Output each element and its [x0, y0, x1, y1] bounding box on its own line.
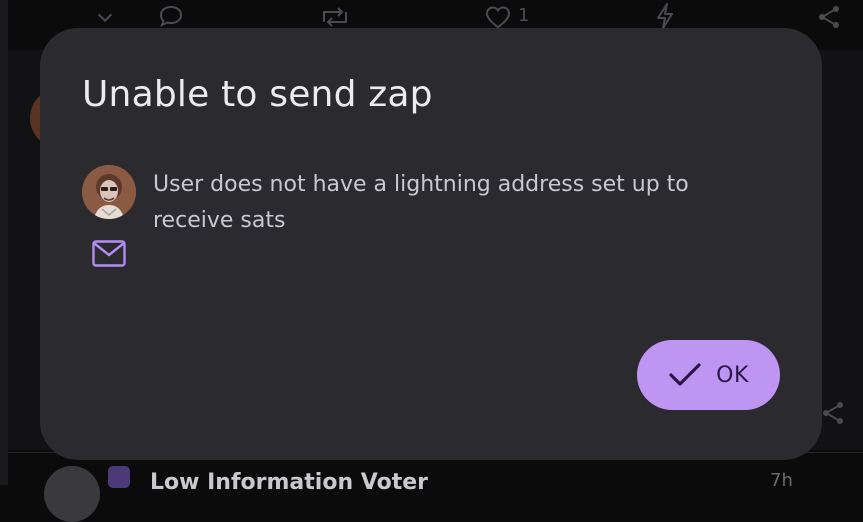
left-edge-bar	[0, 0, 8, 485]
share-icon[interactable]	[816, 4, 842, 30]
ok-button[interactable]: OK	[637, 340, 780, 410]
like-icon[interactable]	[484, 4, 512, 30]
dialog-title: Unable to send zap	[82, 74, 433, 115]
bottom-post-time: 7h	[770, 470, 793, 491]
mail-icon[interactable]	[91, 238, 127, 270]
bottom-post-avatar[interactable]	[44, 466, 100, 522]
check-icon	[669, 363, 701, 386]
ok-button-label: OK	[716, 362, 749, 388]
repost-icon[interactable]	[318, 4, 352, 30]
bottom-post-author-name[interactable]: Low Information Voter	[150, 470, 428, 495]
reply-icon[interactable]	[158, 4, 184, 28]
like-count: 1	[518, 5, 530, 26]
user-avatar[interactable]	[82, 165, 136, 219]
zap-icon[interactable]	[654, 2, 676, 30]
chevron-down-icon[interactable]	[94, 6, 116, 28]
share-icon-lower[interactable]	[820, 400, 846, 426]
zap-error-dialog: Unable to send zap User does not have a …	[40, 28, 822, 460]
dialog-message: User does not have a lightning address s…	[153, 172, 689, 233]
